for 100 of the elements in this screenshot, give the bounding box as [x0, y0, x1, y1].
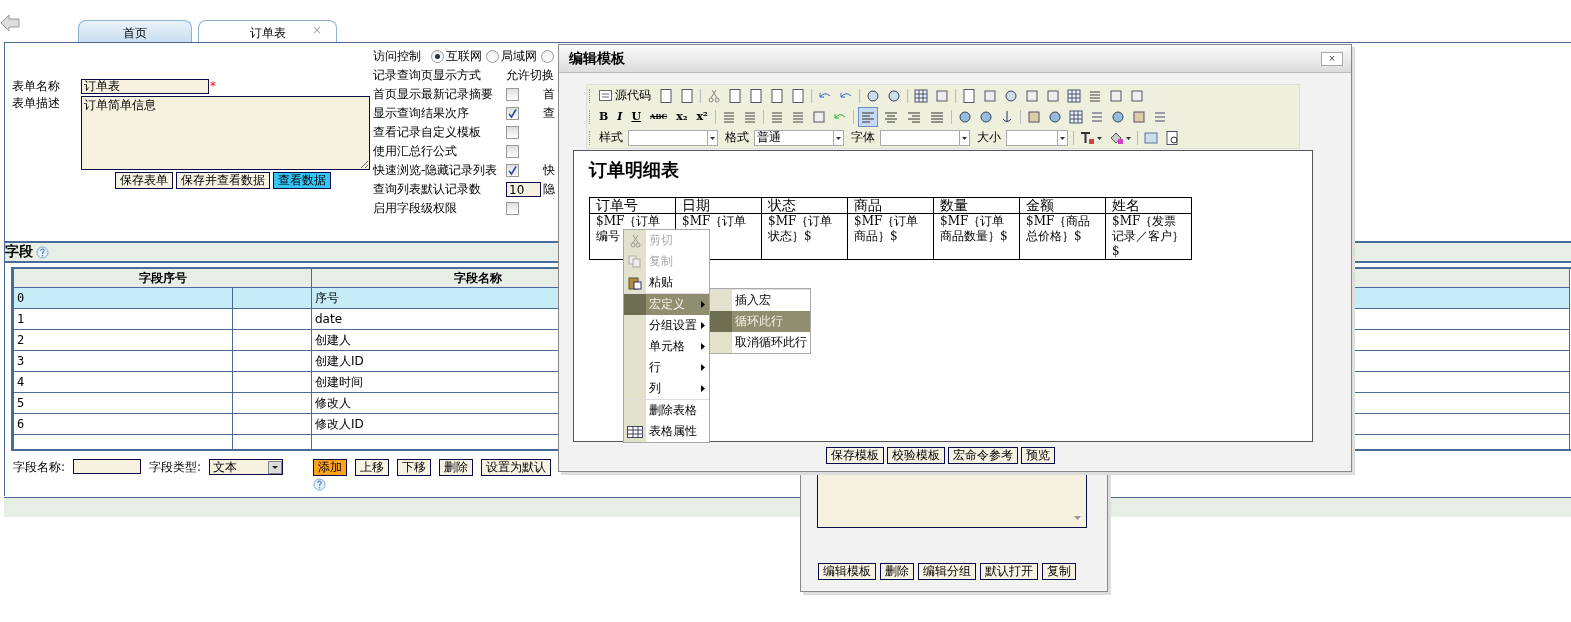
format-button[interactable]: B	[597, 110, 611, 123]
document-icon[interactable]	[727, 87, 743, 104]
document-icon[interactable]	[790, 87, 806, 104]
square-icon[interactable]	[1108, 87, 1124, 104]
dropdown-arrow-icon[interactable]	[959, 129, 969, 146]
circle-icon[interactable]	[886, 87, 902, 104]
grid-icon[interactable]	[1067, 108, 1084, 125]
dropdown-arrow-icon[interactable]	[1057, 129, 1067, 146]
square-icon[interactable]	[1045, 87, 1061, 104]
description-field[interactable]: 订单简单信息	[80, 96, 370, 170]
panel-button[interactable]: 默认打开	[980, 563, 1038, 580]
square-icon[interactable]	[1129, 87, 1145, 104]
radio-button[interactable]	[486, 50, 499, 63]
square-icon[interactable]	[982, 87, 998, 104]
column-header: 字段序号	[13, 269, 312, 288]
setting-label: 显示查询结果次序	[373, 105, 470, 122]
field-button[interactable]: 下移	[397, 459, 432, 476]
document-icon[interactable]	[769, 87, 785, 104]
scroll-arrow-icon[interactable]	[1073, 515, 1082, 521]
clipboard-icon	[628, 275, 642, 290]
source-button[interactable]: 源代码	[597, 87, 653, 104]
dialog-button[interactable]: 保存模板	[825, 447, 884, 464]
submenu-arrow-icon	[701, 364, 705, 371]
format-button[interactable]: x₂	[674, 110, 690, 123]
table-cell: 5	[13, 392, 233, 414]
tab[interactable]: 订单表 ×	[198, 20, 337, 42]
circle-icon[interactable]	[865, 87, 881, 104]
square-icon[interactable]	[934, 87, 950, 104]
help-icon[interactable]	[313, 478, 327, 491]
table-cell: 数量	[933, 197, 1020, 214]
back-arrow-icon[interactable]	[0, 14, 20, 32]
menu-item[interactable]: 取消循环此行	[710, 332, 810, 353]
scissors-icon[interactable]	[706, 87, 722, 104]
form-button[interactable]: 查看数据	[273, 172, 331, 189]
form-button[interactable]: 保存并查看数据	[176, 172, 270, 189]
dropdown-arrow-icon[interactable]	[707, 129, 717, 146]
field-button[interactable]: 删除	[439, 459, 474, 476]
record-count-field[interactable]: 10	[506, 182, 541, 197]
field-button[interactable]: 上移	[355, 459, 390, 476]
submenu-arrow-icon	[701, 385, 705, 392]
setting-label: 使用汇总行公式	[373, 143, 458, 160]
dialog-button[interactable]: 宏命令参考	[947, 447, 1018, 464]
toolbar-select[interactable]: 普通	[754, 129, 844, 146]
table-cell: $MF｛发票记录／客户｝$	[1105, 213, 1192, 260]
help-icon[interactable]	[36, 245, 49, 259]
table-cell: 订单号	[589, 197, 676, 214]
dialog-button[interactable]: 校验模板	[886, 447, 945, 464]
square-icon[interactable]	[1130, 108, 1147, 125]
grid-icon[interactable]	[913, 87, 929, 104]
grid-icon[interactable]	[1066, 87, 1082, 104]
panel-button[interactable]: 编辑分组	[918, 563, 976, 580]
setting-label: 查	[543, 105, 555, 122]
text-color-icon[interactable]	[1079, 129, 1103, 146]
setting-label: 快速浏览-隐藏记录列表	[373, 162, 499, 179]
format-button[interactable]: U	[629, 110, 644, 123]
dropdown-arrow-icon[interactable]	[833, 129, 843, 146]
circle-icon[interactable]	[1003, 87, 1019, 104]
panel-button[interactable]: 复制	[1042, 563, 1076, 580]
document-icon[interactable]	[1164, 129, 1180, 146]
square-icon[interactable]	[1025, 108, 1042, 125]
table-icon	[627, 425, 643, 438]
document-icon[interactable]	[961, 87, 977, 104]
document-icon[interactable]	[748, 87, 764, 104]
square-icon[interactable]	[1024, 87, 1040, 104]
dialog-button[interactable]: 预览	[1020, 447, 1055, 464]
table-cell: $MF｛订单状态｝$	[761, 213, 848, 260]
field-button[interactable]: 添加	[313, 459, 348, 476]
panel-button[interactable]: 删除	[880, 563, 914, 580]
setting-label: 启用字段级权限	[373, 200, 458, 217]
field-name-field[interactable]	[73, 459, 142, 474]
checkbox[interactable]	[506, 164, 519, 177]
tab[interactable]: 首页	[78, 20, 192, 42]
square-icon[interactable]	[1143, 129, 1159, 146]
checkbox[interactable]	[506, 88, 519, 101]
radio-button[interactable]	[431, 50, 444, 63]
field-type-select[interactable]: 文本	[209, 459, 284, 475]
document-icon[interactable]	[658, 87, 674, 104]
checkbox[interactable]	[506, 145, 519, 158]
circle-icon[interactable]	[977, 108, 994, 125]
form-button[interactable]: 保存表单	[115, 172, 173, 189]
radio-button[interactable]	[541, 50, 554, 63]
checkbox[interactable]	[506, 202, 519, 215]
form-name-field[interactable]: 订单表	[81, 79, 209, 94]
setting-value: 允许切换	[506, 67, 554, 84]
field-button[interactable]: 设置为默认	[481, 459, 552, 476]
circle-icon[interactable]	[1046, 108, 1063, 125]
circle-icon[interactable]	[956, 108, 973, 125]
radio-label: 互联网	[446, 48, 482, 65]
close-button[interactable]: ×	[1321, 51, 1343, 66]
table-cell: 4	[13, 371, 233, 393]
table-cell: 金额	[1019, 197, 1106, 214]
align-icon[interactable]	[858, 107, 877, 126]
checkbox[interactable]	[506, 126, 519, 139]
document-icon[interactable]	[679, 87, 695, 104]
circle-icon[interactable]	[1109, 108, 1126, 125]
checkbox[interactable]	[506, 107, 519, 120]
panel-button[interactable]: 编辑模板	[818, 563, 876, 580]
menu-item[interactable]: 删除表格	[624, 399, 709, 421]
format-button[interactable]: I	[615, 110, 625, 123]
format-button[interactable]: x²	[694, 110, 710, 123]
